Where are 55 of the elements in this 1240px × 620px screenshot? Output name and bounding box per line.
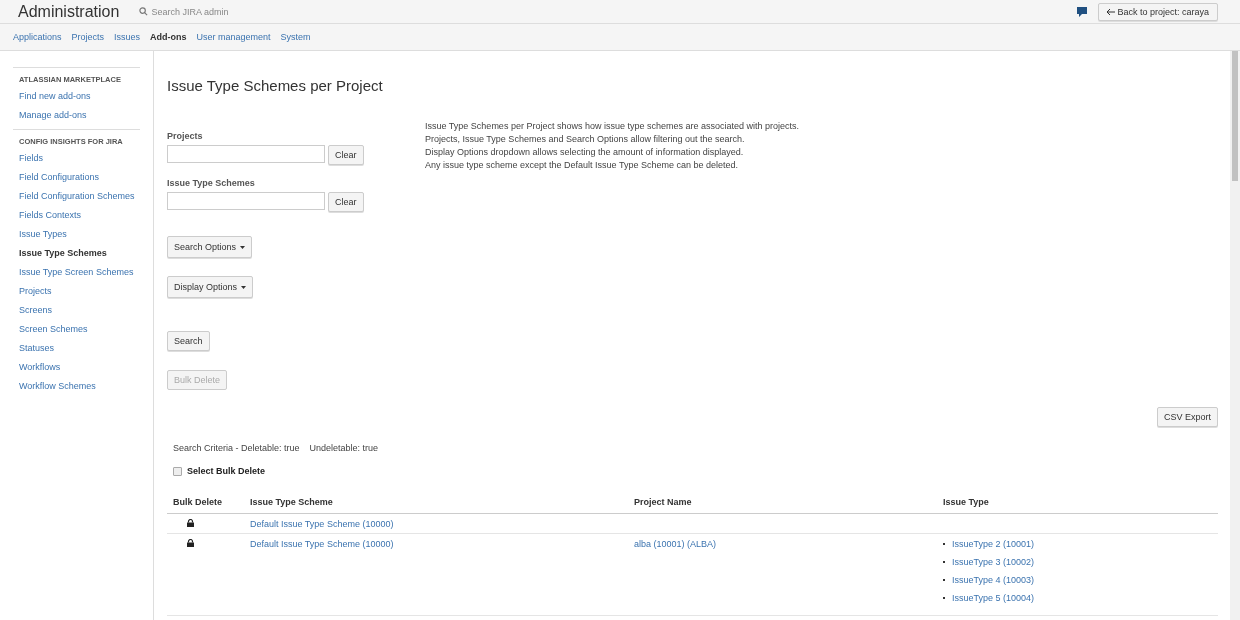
dropdown-button[interactable]: Search Options [167, 236, 253, 258]
sidebar-item[interactable]: Fields Contexts [19, 210, 140, 220]
back-arrow-icon [1106, 8, 1115, 15]
scheme-link[interactable]: Default Issue Type Scheme (10000) [250, 539, 394, 549]
input-field[interactable] [167, 145, 325, 163]
clear-button[interactable]: Clear [328, 192, 364, 212]
sidebar-item[interactable]: Find new add-ons [19, 91, 140, 101]
sidebar-item[interactable]: Workflow Schemes [19, 381, 140, 391]
nav-tab[interactable]: Add-ons [150, 32, 187, 42]
csv-export-button[interactable]: CSV Export [1156, 407, 1218, 427]
checkbox[interactable] [173, 466, 182, 476]
dropdown-button[interactable]: Display Options [167, 276, 254, 298]
sidebar-item[interactable]: Screens [19, 305, 140, 315]
nav-tab[interactable]: User management [196, 32, 271, 42]
search-field[interactable]: Search JIRA admin [139, 6, 272, 17]
search-criteria-text: Search Criteria - Deletable: true Undeletable: true [173, 443, 380, 453]
sidebar-item[interactable]: Workflows [19, 362, 140, 372]
input-field[interactable] [167, 192, 325, 210]
nav-tab[interactable]: Issues [114, 32, 141, 42]
sidebar-item[interactable]: Issue Types [19, 229, 140, 239]
sidebar-item[interactable]: Field Configurations [19, 172, 140, 182]
description-text: Issue Type Schemes per Project shows how issue type schemes are associated with projects. Projects, Issue Type Schemes and Search Options allow filtering out the search. Display Options dropdown allows selecting the amount of information displayed. Any issue type scheme except the Default Issue Type Scheme can be deleted. [425, 120, 799, 172]
field-label: Issue Type Schemes [167, 178, 255, 188]
project-link[interactable]: alba (10001) (ALBA) [634, 539, 717, 549]
column-header: Issue Type Scheme [244, 491, 628, 514]
checkbox-label: Select Bulk Delete [187, 466, 266, 476]
column-header: Project Name [628, 491, 937, 514]
sidebar-item[interactable]: Screen Schemes [19, 324, 140, 334]
sidebar-item[interactable]: Fields [19, 153, 140, 163]
sidebar-item[interactable]: Field Configuration Schemes [19, 191, 140, 201]
caret-icon [241, 285, 247, 289]
sidebar-item[interactable]: Statuses [19, 343, 140, 353]
scheme-link[interactable]: Default Issue Type Scheme (10000) [250, 519, 394, 529]
field-label: Projects [167, 131, 203, 141]
page-title: Issue Type Schemes per Project [167, 77, 384, 94]
issue-type-link[interactable]: IssueType 4 (10003) [952, 575, 1035, 585]
search-icon [139, 7, 149, 16]
issue-type-link[interactable]: IssueType 2 (10001) [952, 539, 1035, 549]
page-header-title: Administration [18, 2, 120, 21]
back-to-project-button[interactable]: Back to project: caraya [1097, 2, 1218, 21]
issue-type-link[interactable]: IssueType 5 (10004) [952, 593, 1035, 603]
nav-tab[interactable]: Applications [13, 32, 62, 42]
sidebar-item[interactable]: Manage add-ons [19, 110, 140, 120]
column-header: Bulk Delete [167, 491, 244, 514]
caret-icon [240, 245, 246, 249]
sidebar-item[interactable]: Issue Type Schemes [19, 248, 140, 258]
sidebar-item[interactable]: Issue Type Screen Schemes [19, 267, 140, 277]
nav-tab[interactable]: System [280, 32, 311, 42]
issue-type-link[interactable]: IssueType 3 (10002) [952, 557, 1035, 567]
search-button[interactable]: Search [167, 331, 210, 351]
nav-tab[interactable]: Projects [71, 32, 105, 42]
sidebar-item[interactable]: Projects [19, 286, 140, 296]
scrollbar[interactable] [1230, 51, 1240, 620]
column-header: Issue Type [937, 491, 1218, 514]
clear-button[interactable]: Clear [328, 145, 364, 165]
